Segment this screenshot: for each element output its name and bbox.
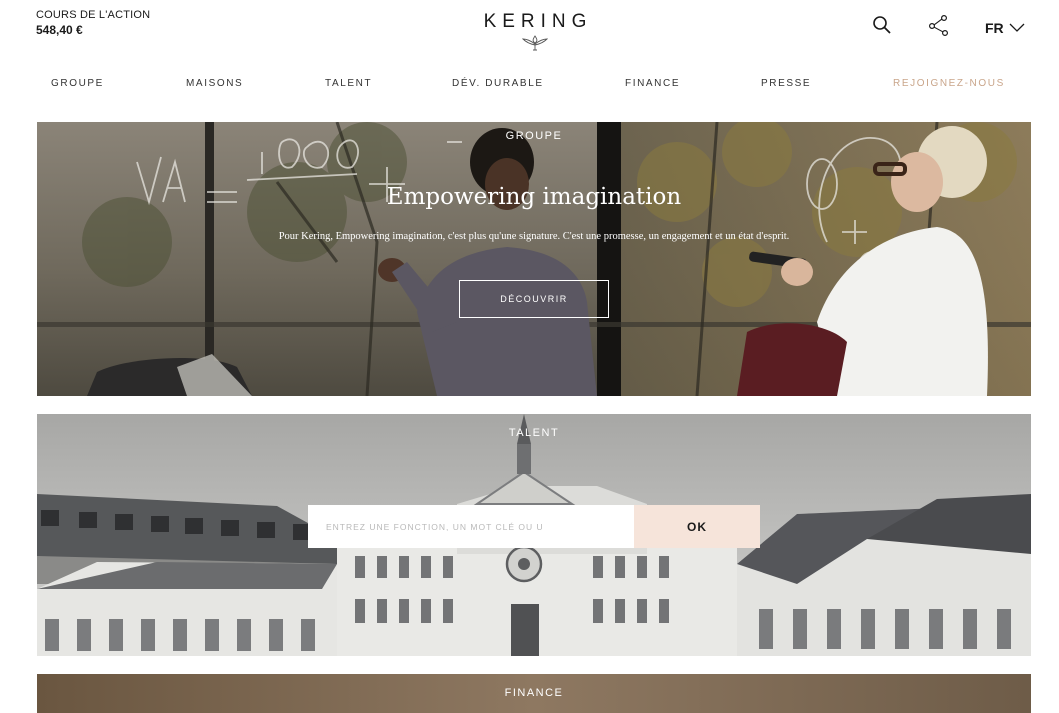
- nav-item-groupe[interactable]: GROUPE: [51, 78, 104, 89]
- hero-subtitle: Pour Kering, Empowering imagination, c'e…: [278, 231, 790, 242]
- nav-item-talent[interactable]: TALENT: [325, 78, 372, 89]
- language-label: FR: [985, 20, 1004, 36]
- share-icon[interactable]: [927, 13, 951, 37]
- language-selector[interactable]: FR: [985, 20, 1025, 36]
- stock-price-widget[interactable]: COURS DE L'ACTION 548,40 €: [36, 9, 150, 38]
- kering-logo[interactable]: KERING: [465, 11, 605, 52]
- nav-item-dev-durable[interactable]: DÉV. DURABLE: [452, 78, 544, 89]
- groupe-section-label[interactable]: GROUPE: [37, 130, 1031, 142]
- nav-item-finance[interactable]: FINANCE: [625, 78, 680, 89]
- talent-panel[interactable]: TALENT OK: [37, 414, 1031, 656]
- hero-title: Empowering imagination: [386, 184, 682, 210]
- nav-item-maisons[interactable]: MAISONS: [186, 78, 243, 89]
- search-ok-button[interactable]: OK: [634, 505, 760, 548]
- logo-wordmark: KERING: [483, 11, 593, 32]
- finance-section-label[interactable]: FINANCE: [37, 687, 1031, 699]
- nav-item-rejoignez-nous[interactable]: REJOIGNEZ-NOUS: [893, 78, 1005, 89]
- stock-label: COURS DE L'ACTION: [36, 9, 151, 21]
- search-icon[interactable]: [870, 13, 894, 37]
- groupe-hero-panel[interactable]: GROUPE Empowering imagination Pour Kerin…: [37, 122, 1031, 396]
- groupe-hero-image: [37, 122, 1031, 396]
- job-search-bar: OK: [308, 505, 760, 548]
- job-search-input[interactable]: [308, 505, 634, 548]
- discover-button[interactable]: DÉCOUVRIR: [459, 280, 609, 318]
- site-header: COURS DE L'ACTION 548,40 € KERING FR: [0, 0, 1059, 66]
- chevron-down-icon: [1009, 23, 1025, 32]
- stock-value: 548,40 €: [36, 23, 83, 37]
- logo-emblem-icon: [521, 35, 549, 51]
- finance-panel[interactable]: FINANCE: [37, 674, 1031, 713]
- talent-section-label[interactable]: TALENT: [37, 427, 1031, 439]
- main-nav: GROUPE MAISONS TALENT DÉV. DURABLE FINAN…: [0, 66, 1059, 102]
- nav-item-presse[interactable]: PRESSE: [761, 78, 811, 89]
